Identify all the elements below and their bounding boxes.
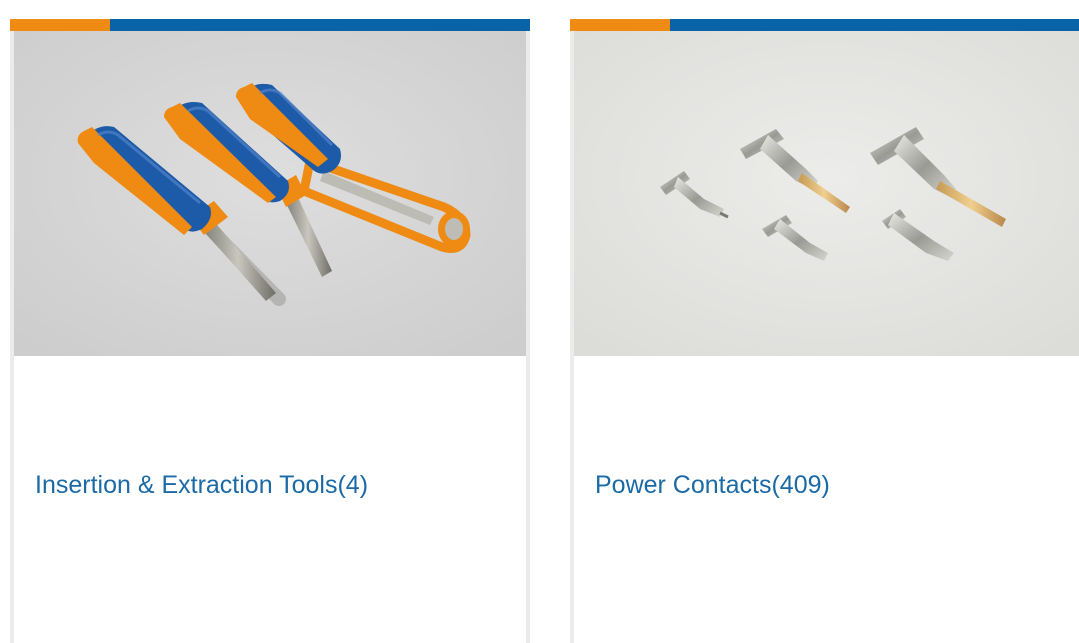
insertion-extraction-tools-image[interactable] (14, 31, 526, 356)
accent-bar-orange (570, 19, 670, 31)
card-accent-bar (10, 19, 530, 31)
accent-bar-blue (110, 19, 530, 31)
tools-photo-icon (14, 31, 526, 356)
category-card-insertion-extraction-tools[interactable]: Insertion & Extraction Tools(4) (10, 19, 530, 643)
category-card-power-contacts[interactable]: Power Contacts(409) (570, 19, 1079, 643)
contacts-photo-icon (574, 31, 1079, 356)
category-title-link[interactable]: Insertion & Extraction Tools(4) (35, 469, 368, 501)
category-grid: Insertion & Extraction Tools(4) Power Co… (0, 0, 1079, 643)
accent-bar-blue (670, 19, 1079, 31)
card-accent-bar (570, 19, 1079, 31)
accent-bar-orange (10, 19, 110, 31)
power-contacts-image[interactable] (574, 31, 1079, 356)
category-title-link[interactable]: Power Contacts(409) (595, 469, 830, 501)
